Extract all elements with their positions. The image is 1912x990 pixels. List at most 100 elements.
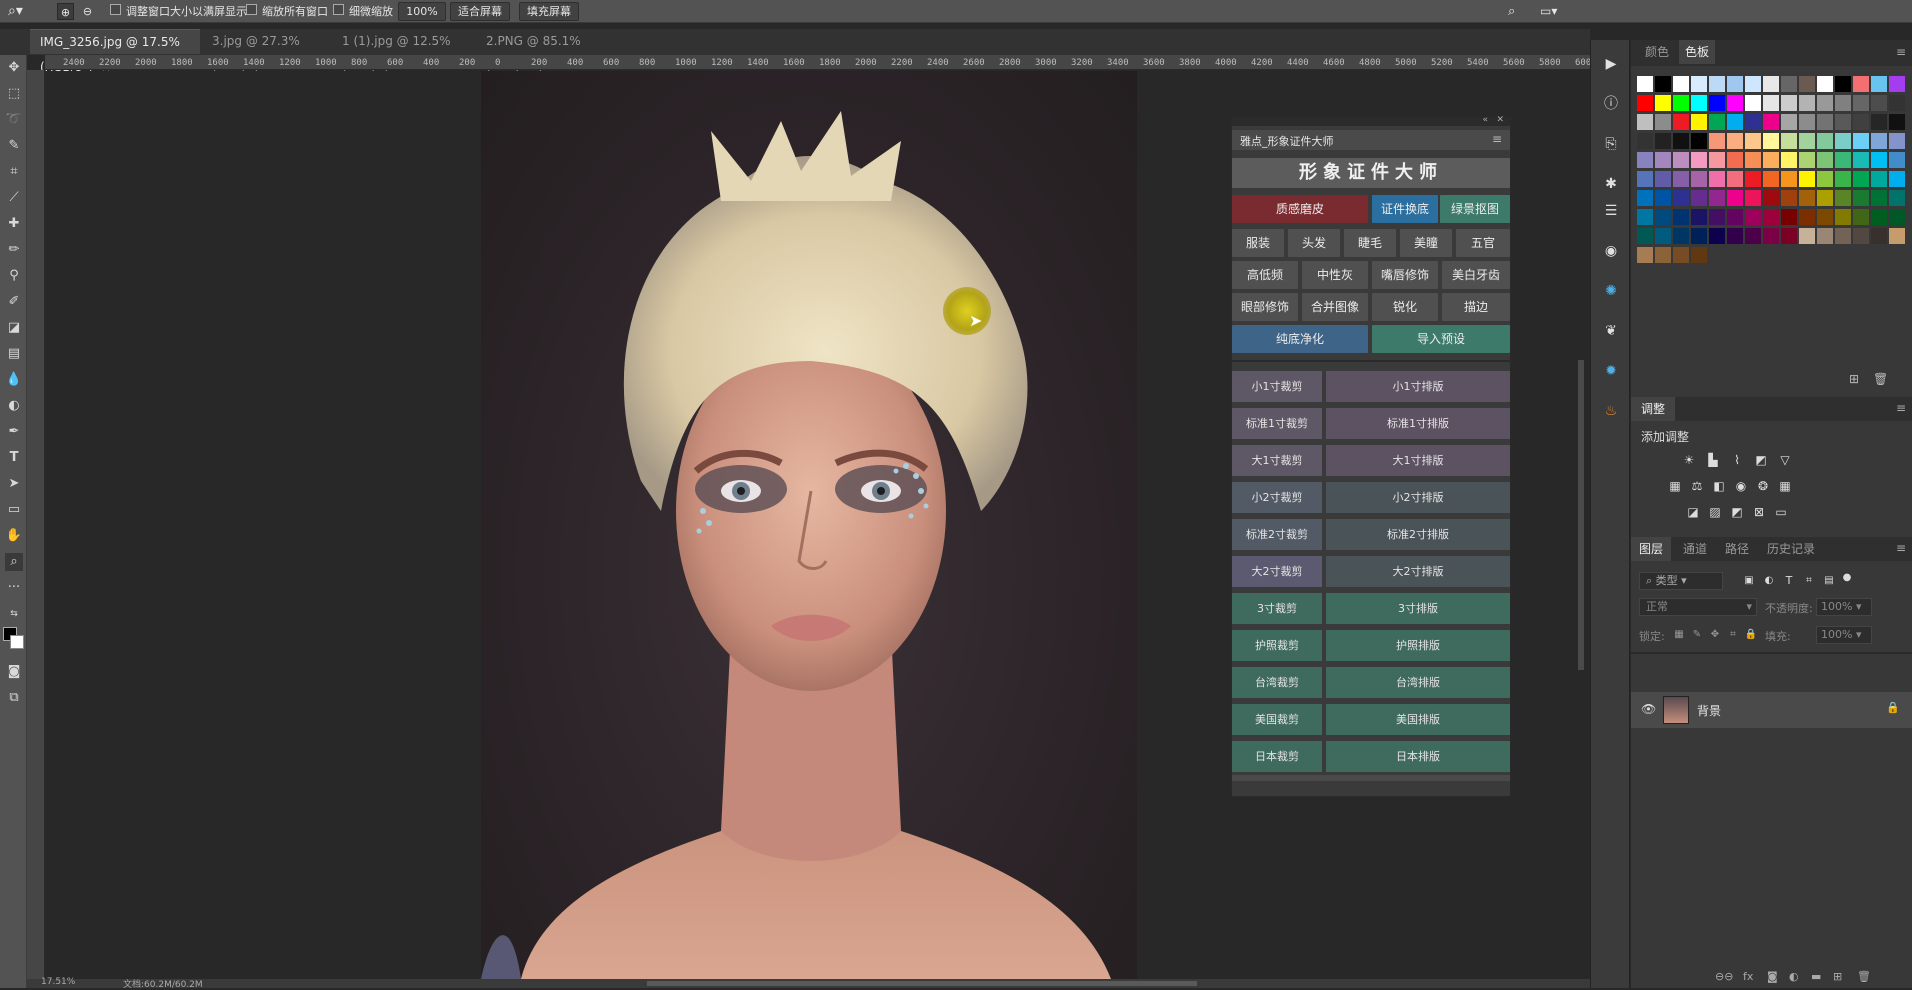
color-swatch[interactable] — [1781, 171, 1797, 187]
eyelash-button[interactable]: 睫毛 — [1344, 229, 1396, 257]
invert-icon[interactable]: ◪ — [1685, 504, 1701, 520]
color-swatch[interactable] — [1709, 171, 1725, 187]
color-swatch[interactable] — [1673, 171, 1689, 187]
color-swatch[interactable] — [1871, 209, 1887, 225]
rectangle-tool-icon[interactable]: ▭ — [5, 501, 23, 519]
color-swatch[interactable] — [1835, 228, 1851, 244]
visibility-eye-icon[interactable]: 👁 — [1641, 702, 1656, 716]
color-swatch[interactable] — [1799, 228, 1815, 244]
eye-retouch-button[interactable]: 眼部修饰 — [1232, 293, 1298, 321]
fill-input[interactable]: 100% ▾ — [1816, 626, 1872, 644]
fx-icon[interactable]: fx — [1743, 970, 1753, 983]
trash-icon[interactable]: 🗑 — [1873, 372, 1888, 386]
menu-icon[interactable]: ≡ — [1492, 132, 1502, 146]
color-swatch[interactable] — [1691, 228, 1707, 244]
mask-icon[interactable]: ◙ — [1767, 970, 1778, 983]
crop-button[interactable]: 大2寸裁剪 — [1232, 556, 1322, 587]
color-swatch[interactable] — [1781, 114, 1797, 130]
new-layer-icon[interactable]: ⊞ — [1833, 970, 1842, 983]
color-swatch[interactable] — [1763, 209, 1779, 225]
tab-color[interactable]: 颜色 — [1639, 40, 1675, 64]
new-swatch-icon[interactable]: ⊞ — [1849, 372, 1859, 386]
zoom-out-icon[interactable]: ⊖ — [79, 3, 96, 20]
background-color-swatch[interactable] — [10, 635, 24, 649]
color-swatch[interactable] — [1853, 114, 1869, 130]
color-swatch[interactable] — [1745, 190, 1761, 206]
hue-icon[interactable]: ▦ — [1667, 478, 1683, 494]
tab-1-1jpg[interactable]: 1 (1).jpg @ 12.5%(RGB/8)× — [332, 29, 476, 73]
lock-transparent-icon[interactable]: ▦ — [1671, 627, 1687, 643]
clothing-button[interactable]: 服装 — [1232, 229, 1284, 257]
color-swatch[interactable] — [1799, 114, 1815, 130]
color-swatch[interactable] — [1691, 133, 1707, 149]
color-swatch[interactable] — [1763, 76, 1779, 92]
color-swatch[interactable] — [1691, 95, 1707, 111]
zoom-in-icon[interactable]: ⊕ — [57, 3, 74, 20]
play-icon[interactable]: ▶ — [1602, 55, 1620, 73]
opacity-input[interactable]: 100% ▾ — [1816, 598, 1872, 616]
camera-icon[interactable]: ◉ — [1602, 242, 1620, 260]
layer-filter-select[interactable]: ⌕ 类型 ▾ — [1639, 572, 1723, 590]
portrait-image[interactable]: ➤ — [481, 71, 1137, 979]
color-swatch[interactable] — [1709, 228, 1725, 244]
color-swatch[interactable] — [1655, 190, 1671, 206]
color-swatch[interactable] — [1691, 171, 1707, 187]
more-tools-icon[interactable]: ··· — [5, 579, 23, 597]
move-tool-icon[interactable]: ✥ — [5, 59, 23, 77]
color-swatch[interactable] — [1655, 133, 1671, 149]
color-swatch[interactable] — [1691, 209, 1707, 225]
plugin-scrollbar[interactable] — [1232, 775, 1510, 781]
color-swatch[interactable] — [1745, 133, 1761, 149]
color-swatch[interactable] — [1727, 95, 1743, 111]
color-swatch[interactable] — [1637, 152, 1653, 168]
color-swatch[interactable] — [1673, 247, 1689, 263]
color-swatch[interactable] — [1673, 190, 1689, 206]
color-swatch[interactable] — [1835, 190, 1851, 206]
color-swatch[interactable] — [1727, 228, 1743, 244]
tab-swatches[interactable]: 色板 — [1679, 40, 1715, 64]
filter-toggle-icon[interactable]: ● — [1839, 570, 1855, 586]
color-swatch[interactable] — [1727, 133, 1743, 149]
color-swatch[interactable] — [1637, 95, 1653, 111]
color-swatch[interactable] — [1853, 209, 1869, 225]
tab-2png[interactable]: 2.PNG @ 85.1%(RGB/8#)× — [476, 29, 616, 73]
quick-select-tool-icon[interactable]: ✎ — [5, 137, 23, 155]
color-swatch[interactable] — [1655, 152, 1671, 168]
curves-icon[interactable]: ⌇ — [1729, 452, 1745, 468]
color-swatch[interactable] — [1763, 190, 1779, 206]
color-swatch[interactable] — [1871, 228, 1887, 244]
color-swatch[interactable] — [1817, 228, 1833, 244]
color-swatch[interactable] — [1835, 171, 1851, 187]
color-swatch[interactable] — [1817, 152, 1833, 168]
color-swatch[interactable] — [1637, 114, 1653, 130]
menu-icon[interactable]: ≡ — [1896, 541, 1906, 555]
zoom-tool-icon[interactable]: ⌕ — [5, 553, 23, 571]
color-balance-icon[interactable]: ⚖ — [1689, 478, 1705, 494]
tab-3jpg[interactable]: 3.jpg @ 27.3%(RGB/8)× — [202, 29, 328, 73]
color-swatch[interactable] — [1637, 76, 1653, 92]
clone-stamp-icon[interactable]: ⚲ — [5, 267, 23, 285]
channel-mixer-icon[interactable]: ❂ — [1755, 478, 1771, 494]
color-swatch[interactable] — [1799, 152, 1815, 168]
color-swatch[interactable] — [1673, 152, 1689, 168]
threshold-icon[interactable]: ◩ — [1729, 504, 1745, 520]
eraser-tool-icon[interactable]: ◪ — [5, 319, 23, 337]
color-swatch[interactable] — [1691, 247, 1707, 263]
scrubby-zoom-checkbox[interactable] — [333, 4, 344, 15]
color-swatch[interactable] — [1763, 171, 1779, 187]
color-swatch[interactable] — [1835, 152, 1851, 168]
color-swatch[interactable] — [1745, 171, 1761, 187]
color-swatch[interactable] — [1709, 152, 1725, 168]
stroke-button[interactable]: 描边 — [1442, 293, 1510, 321]
merge-image-button[interactable]: 合并图像 — [1302, 293, 1368, 321]
resize-windows-checkbox[interactable] — [110, 4, 121, 15]
link-icon[interactable]: ⊖⊖ — [1715, 970, 1733, 983]
layout-button[interactable]: 大1寸排版 — [1326, 445, 1510, 476]
color-swatch[interactable] — [1889, 228, 1905, 244]
layout-button[interactable]: 大2寸排版 — [1326, 556, 1510, 587]
menu-icon[interactable]: ≡ — [1896, 401, 1906, 415]
color-swatch[interactable] — [1655, 95, 1671, 111]
fire-icon[interactable]: ♨ — [1602, 402, 1620, 420]
quick-mask-icon[interactable]: ◙ — [5, 663, 23, 681]
tab-img3256[interactable]: IMG_3256.jpg @ 17.5%(RGB/8*)× — [30, 29, 200, 74]
